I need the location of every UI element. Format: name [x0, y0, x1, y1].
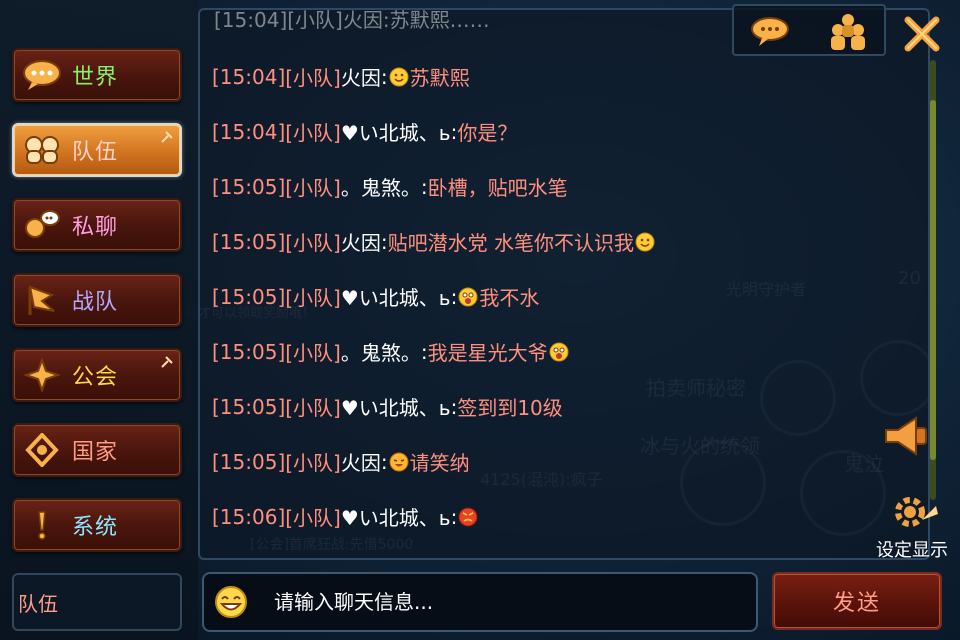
- message-time: [15:05]: [212, 174, 286, 199]
- close-icon[interactable]: [902, 14, 942, 54]
- smile-emoji-icon: [635, 232, 655, 252]
- channel-label: 世界: [72, 65, 119, 90]
- channel-label: 国家: [72, 440, 119, 465]
- message-text: 签到到10级: [457, 396, 563, 420]
- message-sender[interactable]: 。鬼煞。: [341, 172, 421, 201]
- channel-label: 系统: [72, 515, 119, 540]
- friends-icon[interactable]: [826, 12, 870, 56]
- scrollbar-thumb[interactable]: [930, 100, 936, 460]
- flag-icon: [20, 280, 64, 320]
- message-channel-tag: [小队]: [285, 121, 341, 145]
- send-button[interactable]: 发送: [772, 572, 942, 630]
- whisper-icon: [20, 205, 64, 245]
- channel-tab-squad[interactable]: 战队: [12, 273, 182, 327]
- message-sender[interactable]: 火因: [341, 62, 381, 91]
- chat-message[interactable]: [15:05] [小队] 火因: 贴吧潜水党 水笔你不认识我: [212, 227, 656, 256]
- message-sender[interactable]: ♥い北城、ь: [341, 502, 451, 531]
- message-colon: :: [420, 174, 428, 199]
- gear-icon: [890, 490, 938, 538]
- message-time: [15:06]: [212, 504, 286, 529]
- message-time: [15:04]: [212, 64, 286, 89]
- message-sender[interactable]: ♥い北城、ь: [341, 392, 451, 421]
- message-time: [15:04]: [212, 119, 286, 144]
- pin-icon: [160, 129, 174, 143]
- chat-message[interactable]: [15:05] [小队] 火因: 请笑纳: [212, 447, 470, 476]
- channel-tab-world[interactable]: 世界: [12, 48, 182, 102]
- message-channel-tag: [小队]: [285, 451, 341, 475]
- channel-label: 战队: [72, 290, 119, 315]
- chat-message[interactable]: [15:05] [小队] ♥い北城、ь: 签到到10级: [212, 392, 563, 421]
- message-channel-tag: [小队]: [285, 506, 341, 530]
- chat-bubble-icon[interactable]: [750, 14, 790, 52]
- message-channel-tag: [小队]: [285, 66, 341, 90]
- message-colon: :: [380, 64, 388, 89]
- angry-emoji-icon: [458, 507, 478, 527]
- chat-message[interactable]: [15:04] [小队] ♥い北城、ь: 你是？: [212, 117, 517, 146]
- channel-sidebar: 世界 队伍 私聊 战队 公会 国家 系统 队伍: [0, 0, 198, 640]
- guild-icon: [20, 355, 64, 395]
- chat-message[interactable]: [15:05] [小队] ♥い北城、ь: 我不水: [212, 282, 539, 311]
- message-time: [15:05]: [212, 339, 286, 364]
- message-sender[interactable]: ♥い北城、ь: [341, 117, 451, 146]
- channel-tab-whisper[interactable]: 私聊: [12, 198, 182, 252]
- message-time: [15:05]: [212, 449, 286, 474]
- message-channel-tag: [小队]: [285, 396, 341, 420]
- chat-input-container: [202, 572, 758, 632]
- message-time: [15:05]: [212, 229, 286, 254]
- message-text: 苏默熙: [409, 66, 470, 90]
- megaphone-icon[interactable]: [880, 412, 932, 460]
- message-colon: :: [450, 284, 458, 309]
- channel-tab-team[interactable]: 队伍: [12, 123, 182, 177]
- message-sender[interactable]: 火因: [341, 447, 381, 476]
- message-sender[interactable]: ♥い北城、ь: [341, 282, 451, 311]
- message-time: [15:05]: [212, 394, 286, 419]
- emoji-picker-icon[interactable]: [214, 585, 248, 619]
- message-colon: :: [450, 119, 458, 144]
- pin-icon: [160, 354, 174, 368]
- message-time: [15:05]: [212, 284, 286, 309]
- chat-message[interactable]: [15:04] [小队] 火因: 苏默熙: [212, 62, 470, 91]
- message-colon: :: [380, 229, 388, 254]
- message-text: 请笑纳: [409, 451, 470, 475]
- channel-tab-nation[interactable]: 国家: [12, 423, 182, 477]
- chat-top-controls: [732, 4, 886, 56]
- chat-message[interactable]: [15:05] [小队] 。鬼煞。: 卧槽，贴吧水笔: [212, 172, 568, 201]
- chat-message[interactable]: [15:05] [小队] 。鬼煞。: 我是星光大爷: [212, 337, 570, 366]
- smile-emoji-icon: [389, 67, 409, 87]
- message-channel-tag: [小队]: [285, 176, 341, 200]
- channel-tab-system[interactable]: 系统: [12, 498, 182, 552]
- message-sender[interactable]: 。鬼煞。: [341, 337, 421, 366]
- message-colon: :: [450, 504, 458, 529]
- chat-message-list[interactable]: [15:04][小队]火因:苏默熙…… [15:04] [小队] 火因: 苏默熙 [15…: [198, 8, 930, 560]
- message-text: 我是星光大爷: [427, 341, 548, 365]
- message-channel-tag: [小队]: [285, 341, 341, 365]
- message-text: 我不水: [479, 286, 540, 310]
- message-colon: :: [450, 394, 458, 419]
- team-icon: [20, 130, 64, 170]
- message-colon: :: [420, 339, 428, 364]
- nation-icon: [20, 430, 64, 470]
- message-text: 你是？: [457, 121, 518, 145]
- message-sender[interactable]: 火因: [341, 227, 381, 256]
- exclamation-icon: [20, 505, 64, 545]
- channel-tab-guild[interactable]: 公会: [12, 348, 182, 402]
- message-colon: :: [380, 449, 388, 474]
- chat-message[interactable]: [15:06] [小队] ♥い北城、ь:: [212, 502, 479, 531]
- message-channel-tag: [小队]: [285, 286, 341, 310]
- message-channel-tag: [小队]: [285, 231, 341, 255]
- display-settings-button[interactable]: 设定显示: [876, 490, 960, 561]
- message-text: 卧槽，贴吧水笔: [427, 176, 568, 200]
- chat-input[interactable]: [272, 589, 756, 615]
- chat-partial-message: [15:04][小队]火因:苏默熙……: [214, 8, 490, 32]
- channel-label: 队伍: [72, 140, 119, 165]
- channel-label: 私聊: [72, 215, 119, 240]
- laugh-emoji-icon: [389, 452, 409, 472]
- shocked-emoji-icon: [458, 287, 478, 307]
- shocked-emoji-icon: [549, 342, 569, 362]
- message-text: 贴吧潜水党 水笔你不认识我: [387, 231, 634, 255]
- speech-bubble-icon: [20, 55, 64, 95]
- current-channel-selector[interactable]: 队伍: [12, 573, 182, 631]
- channel-label: 公会: [72, 365, 119, 390]
- settings-label: 设定显示: [876, 540, 948, 561]
